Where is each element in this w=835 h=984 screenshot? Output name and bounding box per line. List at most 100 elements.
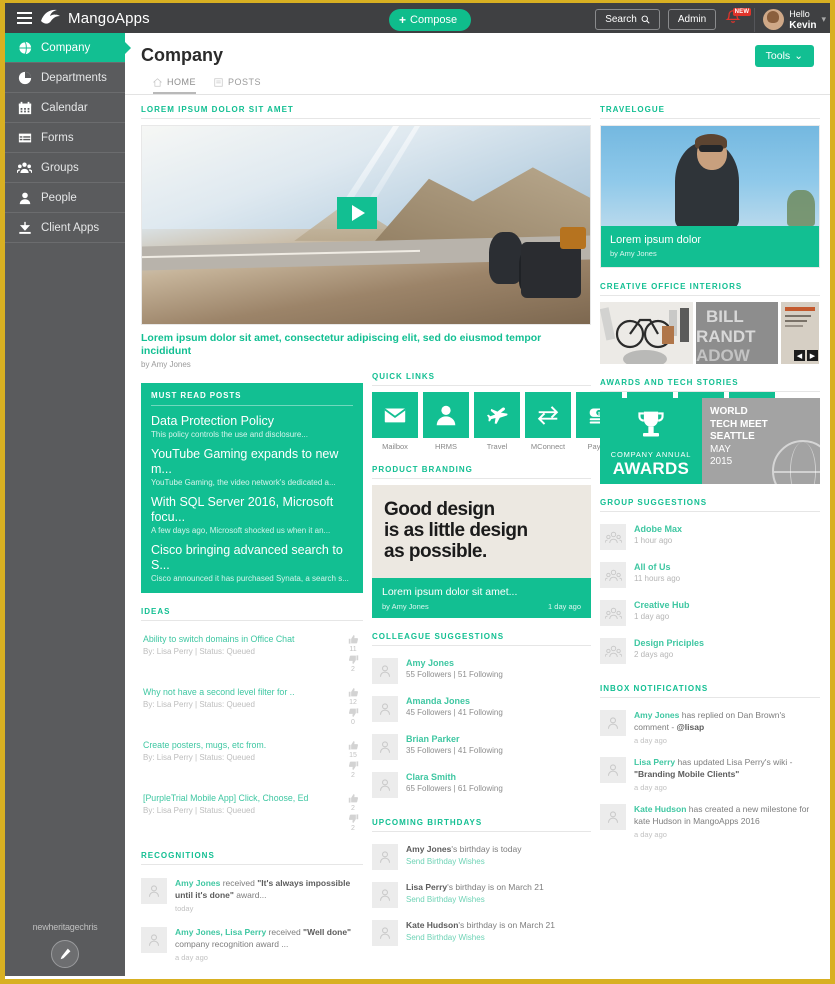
inbox-name[interactable]: Amy Jones (634, 710, 679, 720)
avatar-placeholder-icon (600, 804, 626, 830)
group-row[interactable]: All of Us 11 hours ago (600, 556, 820, 594)
admin-button[interactable]: Admin (667, 9, 717, 30)
chevron-left-icon[interactable]: ◀ (794, 350, 805, 361)
inbox-name[interactable]: Lisa Perry (634, 757, 675, 767)
compose-fab-button[interactable] (51, 940, 79, 968)
must-read-item[interactable]: YouTube Gaming expands to new m... YouTu… (151, 447, 353, 487)
tab-home[interactable]: HOME (153, 77, 196, 94)
hero-caption[interactable]: Lorem ipsum dolor sit amet, consectetur … (141, 332, 591, 358)
watermark-text: newheritagechris (32, 922, 98, 932)
inbox-row[interactable]: Lisa Perry has updated Lisa Perry's wiki… (600, 751, 820, 798)
inbox-body: Kate Hudson has created a new milestone … (634, 804, 820, 839)
ideas-section-title: IDEAS (141, 607, 363, 621)
recognition-name[interactable]: Amy Jones (175, 878, 220, 888)
group-row[interactable]: Creative Hub 1 day ago (600, 594, 820, 632)
colleague-name[interactable]: Amy Jones (406, 658, 503, 668)
sidebar-item-company[interactable]: Company (5, 33, 131, 63)
send-birthday-wishes-link[interactable]: Send Birthday Wishes (406, 857, 522, 866)
recognition-row[interactable]: James Baker received "Going the extra mi… (141, 969, 363, 976)
birthday-name[interactable]: Amy Jones (406, 844, 451, 854)
sidebar-item-groups[interactable]: Groups (5, 153, 125, 183)
sidebar: Company Departments Calendar Forms Group… (5, 33, 131, 976)
birthday-row[interactable]: Amy Jones's birthday is today Send Birth… (372, 838, 591, 876)
birthday-name[interactable]: Kate Hudson (406, 920, 458, 930)
inbox-row[interactable]: Amy Jones has replied on Dan Brown's com… (600, 704, 820, 751)
creative-thumbnail-typography[interactable]: BILL RANDT ADOW (696, 302, 778, 364)
travelogue-card[interactable]: Lorem ipsum dolor by Amy Jones (600, 125, 820, 268)
awards-section: AWARDS AND TECH STORIES COMPANY ANNUAL A… (600, 378, 820, 484)
must-read-item[interactable]: With SQL Server 2016, Microsoft focu... … (151, 495, 353, 535)
idea-row[interactable]: Why not have a second level filter for .… (141, 680, 363, 733)
awards-card[interactable]: COMPANY ANNUAL AWARDS WORLD TECH MEET SE… (600, 398, 820, 484)
idea-row[interactable]: Create posters, mugs, etc from. By: Lisa… (141, 733, 363, 786)
sidebar-item-departments[interactable]: Departments (5, 63, 125, 93)
sidebar-item-people[interactable]: People (5, 183, 125, 213)
sidebar-item-client-apps[interactable]: Client Apps (5, 213, 125, 243)
colleague-row[interactable]: Amanda Jones 45 Followers | 41 Following (372, 690, 591, 728)
group-name[interactable]: Creative Hub (634, 600, 690, 610)
birthday-detail: 's birthday is on March 21 (447, 882, 544, 892)
group-name[interactable]: Adobe Max (634, 524, 682, 534)
idea-votes[interactable]: 12 0 (343, 687, 363, 726)
idea-row[interactable]: Ability to switch domains in Office Chat… (141, 627, 363, 680)
quick-link-mconnect[interactable]: MConnect (525, 392, 571, 451)
group-name[interactable]: Design Priciples (634, 638, 704, 648)
birthday-row[interactable]: Lisa Perry's birthday is on March 21 Sen… (372, 876, 591, 914)
quick-link-hrms[interactable]: HRMS (423, 392, 469, 451)
inbox-row[interactable]: Kate Hudson has created a new milestone … (600, 798, 820, 845)
idea-title[interactable]: Ability to switch domains in Office Chat (143, 634, 294, 644)
tools-button[interactable]: Tools ⌄ (754, 45, 814, 67)
group-name[interactable]: All of Us (634, 562, 680, 572)
recognition-row[interactable]: Amy Jones, Lisa Perry received "Well don… (141, 920, 363, 969)
play-icon[interactable] (337, 197, 378, 230)
recognition-name[interactable]: Amy Jones, Lisa Perry (175, 927, 266, 937)
recognition-row[interactable]: Amy Jones received "It's always impossib… (141, 871, 363, 920)
colleague-name[interactable]: Brian Parker (406, 734, 503, 744)
send-birthday-wishes-link[interactable]: Send Birthday Wishes (406, 933, 555, 942)
birthday-name[interactable]: Lisa Perry (406, 882, 447, 892)
tab-posts[interactable]: POSTS (214, 77, 261, 94)
must-read-item[interactable]: Data Protection Policy This policy contr… (151, 414, 353, 439)
hamburger-icon[interactable] (5, 12, 39, 24)
quick-link-travel[interactable]: Travel (474, 392, 520, 451)
idea-row[interactable]: [PurpleTrial Mobile App] Click, Choose, … (141, 786, 363, 839)
group-row[interactable]: Design Priciples 2 days ago (600, 632, 820, 670)
user-menu[interactable]: Hello Kevin ▾ (754, 7, 826, 32)
send-birthday-wishes-link[interactable]: Send Birthday Wishes (406, 895, 544, 904)
colleague-row[interactable]: Amy Jones 55 Followers | 51 Following (372, 652, 591, 690)
search-button[interactable]: Search (595, 9, 660, 30)
creative-thumbnail-bicycle[interactable] (600, 302, 693, 364)
branding-footer[interactable]: Lorem ipsum dolor sit amet... by Amy Jon… (372, 578, 591, 618)
colleague-name[interactable]: Amanda Jones (406, 696, 503, 706)
chevron-right-icon[interactable]: ▶ (807, 350, 818, 361)
colleague-name[interactable]: Clara Smith (406, 772, 503, 782)
idea-title[interactable]: Why not have a second level filter for .… (143, 687, 295, 697)
idea-meta: By: Lisa Perry | Status: Queued (143, 700, 255, 709)
colleague-row[interactable]: Brian Parker 35 Followers | 41 Following (372, 728, 591, 766)
brand-logo-group[interactable]: MangoApps (39, 8, 150, 28)
idea-votes[interactable]: 2 2 (343, 793, 363, 832)
must-read-item[interactable]: Cisco bringing advanced search to S... C… (151, 543, 353, 583)
birthday-row[interactable]: Kate Hudson's birthday is on March 21 Se… (372, 914, 591, 952)
notifications-bell[interactable]: NEW (724, 7, 752, 31)
idea-title[interactable]: Create posters, mugs, etc from. (143, 740, 266, 750)
chevron-down-icon[interactable]: ▾ (821, 14, 826, 25)
sidebar-item-label: People (41, 191, 77, 204)
group-row[interactable]: Adobe Max 1 hour ago (600, 518, 820, 556)
sidebar-item-forms[interactable]: Forms (5, 123, 125, 153)
idea-votes[interactable]: 15 2 (343, 740, 363, 779)
awards-company-annual-label: COMPANY ANNUAL (610, 450, 692, 459)
idea-votes[interactable]: 11 2 (343, 634, 363, 673)
trophy-icon (633, 409, 669, 446)
branding-quote-card[interactable]: Good design is as little design as possi… (372, 485, 591, 578)
tab-bar: HOME POSTS (125, 67, 830, 95)
travelogue-image (601, 126, 819, 226)
quick-link-mailbox[interactable]: Mailbox (372, 392, 418, 451)
compose-button[interactable]: + Compose (389, 9, 472, 31)
inbox-name[interactable]: Kate Hudson (634, 804, 686, 814)
sidebar-item-calendar[interactable]: Calendar (5, 93, 125, 123)
colleague-row[interactable]: Clara Smith 65 Followers | 61 Following (372, 766, 591, 804)
thumbs-down-icon (348, 761, 358, 770)
idea-title[interactable]: [PurpleTrial Mobile App] Click, Choose, … (143, 793, 308, 803)
hero-video-thumbnail[interactable] (141, 125, 591, 325)
